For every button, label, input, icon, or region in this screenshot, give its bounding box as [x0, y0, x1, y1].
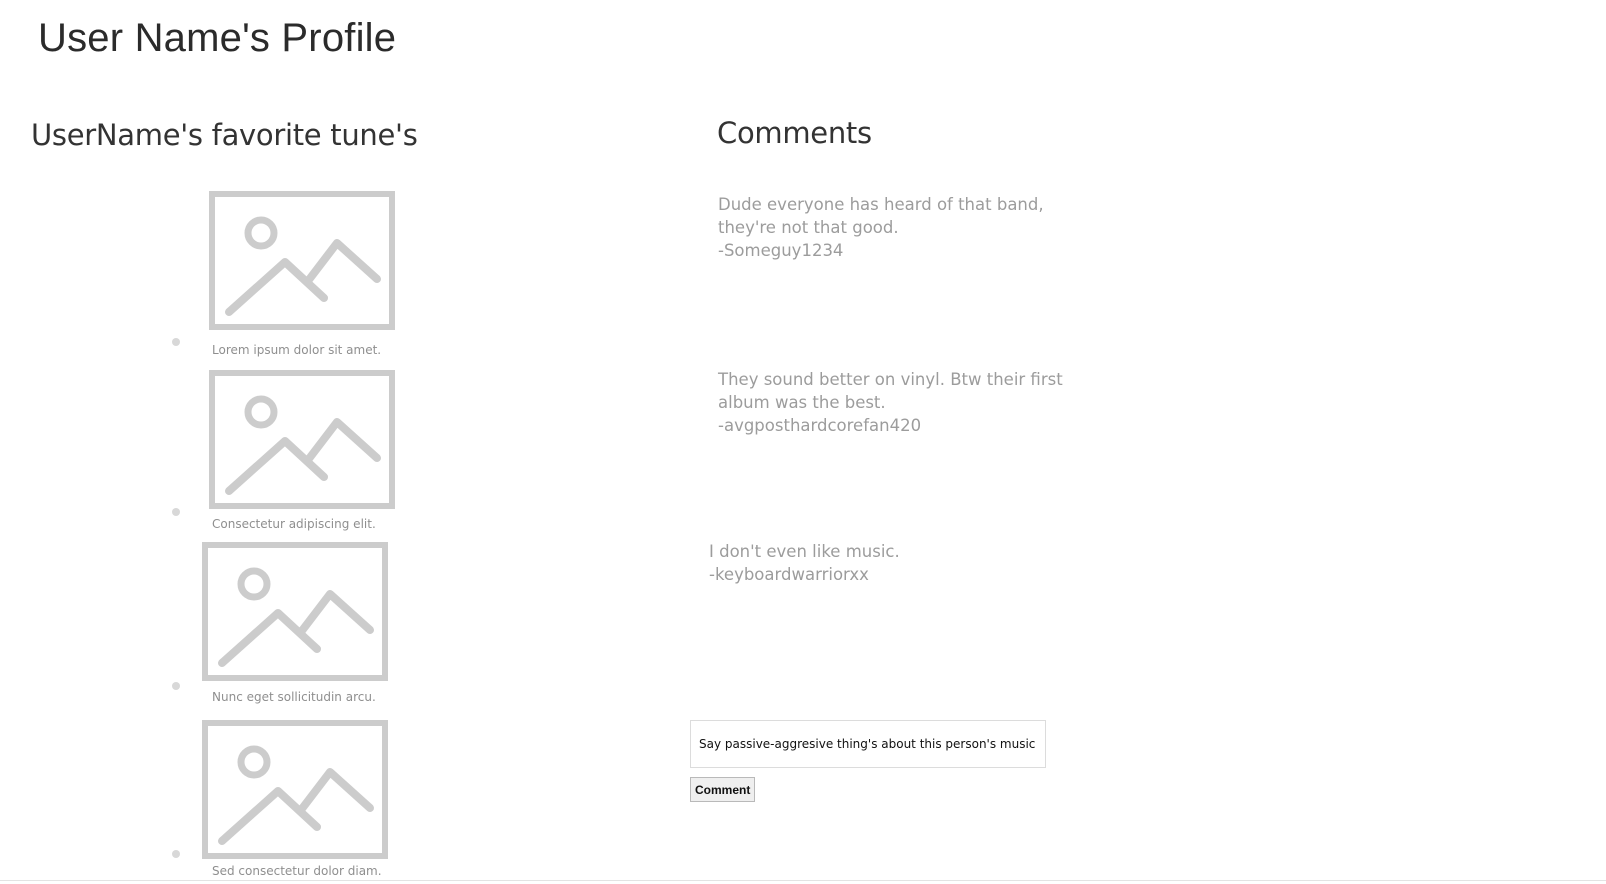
image-placeholder-svg: [209, 370, 395, 509]
image-placeholder-icon[interactable]: [202, 720, 388, 859]
comment-line: album was the best.: [718, 393, 886, 412]
tune-caption: Sed consectetur dolor diam.: [212, 864, 382, 878]
image-placeholder-svg: [202, 720, 388, 859]
tune-caption: Lorem ipsum dolor sit amet.: [212, 343, 382, 357]
bottom-divider: [0, 880, 1606, 881]
page-title: User Name's Profile: [38, 16, 397, 60]
comment-item: I don't even like music. -keyboardwarrio…: [709, 540, 1049, 586]
comment-input[interactable]: [691, 721, 1045, 767]
image-placeholder-svg: [202, 542, 388, 681]
favorite-tunes-heading: UserName's favorite tune's: [31, 118, 418, 152]
comment-line: Dude everyone has heard of that band,: [718, 195, 1044, 214]
image-placeholder-icon[interactable]: [209, 191, 395, 330]
list-bullet: [172, 850, 180, 858]
comment-item: Dude everyone has heard of that band, th…: [718, 193, 1058, 262]
list-bullet: [172, 682, 180, 690]
comment-author: -keyboardwarriorxx: [709, 565, 869, 584]
list-bullet: [172, 338, 180, 346]
comment-item: They sound better on vinyl. Btw their fi…: [718, 368, 1063, 437]
comment-line: I don't even like music.: [709, 542, 900, 561]
list-bullet: [172, 508, 180, 516]
tune-caption: Consectetur adipiscing elit.: [212, 517, 376, 531]
image-placeholder-icon[interactable]: [209, 370, 395, 509]
image-placeholder-svg: [209, 191, 395, 330]
comment-line: they're not that good.: [718, 218, 899, 237]
comment-input-box: [690, 720, 1046, 768]
comment-author: -Someguy1234: [718, 241, 844, 260]
comment-author: -avgposthardcorefan420: [718, 416, 922, 435]
image-placeholder-icon[interactable]: [202, 542, 388, 681]
comment-line: They sound better on vinyl. Btw their fi…: [718, 370, 1063, 389]
comment-submit-button[interactable]: Comment: [690, 777, 756, 802]
comments-heading: Comments: [717, 116, 872, 150]
tune-caption: Nunc eget sollicitudin arcu.: [212, 690, 376, 704]
